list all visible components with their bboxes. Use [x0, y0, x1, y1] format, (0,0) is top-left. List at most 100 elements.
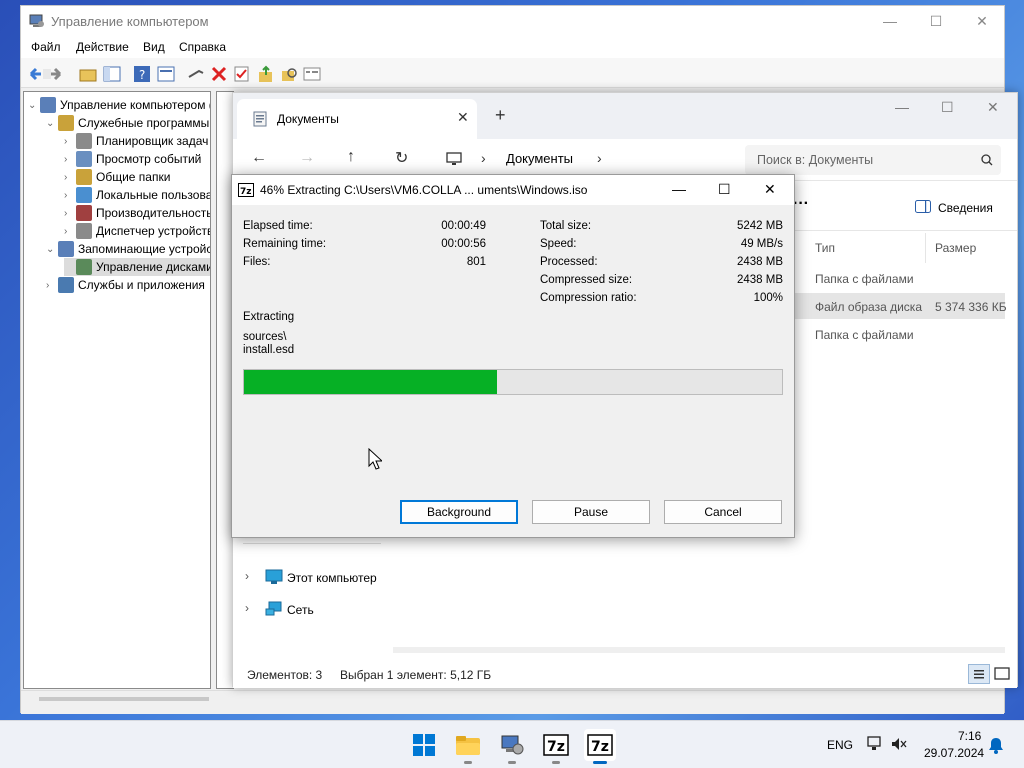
tree-item[interactable]: Управление дисками: [64, 258, 210, 276]
file-explorer-taskbar-icon[interactable]: [452, 729, 484, 764]
close-button[interactable]: ✕: [959, 6, 1005, 36]
properties-icon[interactable]: [157, 65, 175, 83]
nav-this-pc[interactable]: Этот компьютер: [287, 571, 377, 585]
horizontal-scrollbar[interactable]: [393, 647, 1005, 653]
tree-expand-icon[interactable]: ›: [64, 208, 76, 219]
console-tree-icon[interactable]: [103, 65, 121, 83]
breadcrumb[interactable]: Документы: [506, 151, 573, 166]
row-type[interactable]: Папка с файлами: [815, 272, 914, 286]
row-type[interactable]: Файл образа диска: [815, 300, 922, 314]
pause-button[interactable]: Pause: [532, 500, 650, 524]
tab-documents[interactable]: Документы ✕: [237, 99, 477, 139]
ex-close-button[interactable]: ✕: [987, 99, 999, 116]
delete-icon[interactable]: [210, 65, 228, 83]
tree-item[interactable]: › Службы и приложения: [46, 276, 205, 294]
network-icon: [265, 601, 283, 617]
dialog-close-button[interactable]: ✕: [764, 181, 776, 198]
refresh-icon[interactable]: ↻: [395, 148, 408, 168]
cm-statusbar: [21, 690, 1004, 714]
tree-expand-icon[interactable]: ›: [64, 172, 76, 183]
svg-text:?: ?: [139, 68, 145, 82]
maximize-button[interactable]: ☐: [913, 6, 959, 36]
monitor-icon[interactable]: [446, 151, 462, 167]
new-tab-button[interactable]: +: [495, 105, 506, 126]
tiles-view-icon[interactable]: [993, 665, 1011, 683]
row-type[interactable]: Папка с файлами: [815, 328, 914, 342]
dialog-titlebar: 7z 46% Extracting C:\Users\VM6.COLLA ...…: [232, 175, 794, 205]
menu-action[interactable]: Действие: [76, 40, 129, 54]
start-button[interactable]: [408, 729, 440, 761]
details-button[interactable]: Сведения: [938, 201, 993, 215]
cancel-button[interactable]: Cancel: [664, 500, 782, 524]
compression-ratio-value: 100%: [753, 292, 783, 304]
status-selection: Выбран 1 элемент: 5,12 ГБ: [340, 668, 492, 682]
background-button[interactable]: Background: [400, 500, 518, 524]
search-folder-icon[interactable]: [280, 65, 298, 83]
menu-file[interactable]: Файл: [31, 40, 61, 54]
elapsed-value: 00:00:49: [441, 220, 486, 232]
tree-item[interactable]: › Просмотр событий: [64, 150, 201, 168]
search-placeholder: Поиск в: Документы: [757, 153, 874, 167]
tree-expand-icon[interactable]: ›: [64, 226, 76, 237]
tree-item[interactable]: › Локальные пользовате: [64, 186, 210, 204]
row-size[interactable]: 5 374 336 КБ: [935, 300, 1007, 314]
tree-expand-icon[interactable]: ›: [46, 280, 58, 291]
volume-muted-icon[interactable]: [890, 735, 908, 753]
tree-node-icon: [76, 205, 92, 221]
up-folder-icon[interactable]: [79, 65, 97, 83]
details-pane-icon[interactable]: [915, 200, 931, 213]
ex-maximize-button[interactable]: ☐: [941, 99, 954, 116]
column-size[interactable]: Размер: [935, 241, 976, 255]
notification-bell-icon[interactable]: [988, 736, 1004, 754]
tree-expand-icon[interactable]: ⌄: [46, 118, 58, 129]
tree-item[interactable]: › Общие папки: [64, 168, 170, 186]
up-icon[interactable]: ↑: [347, 148, 355, 166]
breadcrumb-chevron-icon[interactable]: ›: [481, 150, 486, 166]
list-view-icon[interactable]: [303, 65, 321, 83]
menu-help[interactable]: Справка: [179, 40, 226, 54]
breadcrumb-end-chevron-icon[interactable]: ›: [597, 150, 602, 166]
export-icon[interactable]: [257, 65, 275, 83]
tree-expand-icon[interactable]: ⌄: [28, 100, 40, 111]
computer-management-taskbar-icon[interactable]: [496, 729, 528, 764]
column-type[interactable]: Тип: [815, 241, 835, 255]
tree-expand-icon[interactable]: ›: [64, 190, 76, 201]
network-status-icon[interactable]: [866, 735, 884, 753]
tree-item[interactable]: ⌄ Служебные программы: [46, 114, 209, 132]
search-input[interactable]: Поиск в: Документы: [745, 145, 1001, 175]
menu-view[interactable]: Вид: [143, 40, 165, 54]
back-arrow-icon[interactable]: [25, 65, 43, 83]
dialog-minimize-button[interactable]: —: [672, 181, 686, 197]
ex-minimize-button[interactable]: —: [895, 99, 909, 115]
tree-expand-icon[interactable]: ›: [64, 154, 76, 165]
check-icon[interactable]: [233, 65, 251, 83]
minimize-button[interactable]: —: [867, 6, 913, 36]
tree-expand-icon[interactable]: ›: [64, 136, 76, 147]
cm-scrollbar[interactable]: [39, 697, 209, 701]
processed-label: Processed:: [540, 256, 598, 268]
tree-item[interactable]: › Диспетчер устройств: [64, 222, 210, 240]
nav-expand-icon[interactable]: ›: [245, 601, 249, 615]
total-size-value: 5242 MB: [736, 220, 783, 232]
sevenzip-taskbar-icon[interactable]: 7z: [540, 729, 572, 764]
sevenzip-active-taskbar-icon[interactable]: 7z: [584, 729, 616, 764]
tab-close-icon[interactable]: ✕: [457, 109, 469, 126]
forward-icon[interactable]: →: [299, 149, 315, 167]
tree-item[interactable]: › Планировщик задач: [64, 132, 208, 150]
back-icon[interactable]: ←: [251, 149, 267, 167]
tree-expand-icon[interactable]: ⌄: [46, 244, 58, 255]
tree-item[interactable]: ⌄ Запоминающие устройст: [46, 240, 210, 258]
language-indicator[interactable]: ENG: [827, 738, 853, 752]
nav-expand-icon[interactable]: ›: [245, 569, 249, 583]
tree-item-label: Общие папки: [96, 170, 171, 184]
more-options-icon[interactable]: ···: [793, 195, 809, 213]
nav-network[interactable]: Сеть: [287, 603, 314, 617]
dialog-maximize-button[interactable]: ☐: [718, 181, 731, 198]
help-icon[interactable]: ?: [133, 65, 151, 83]
clock-time[interactable]: 7:16: [958, 729, 981, 743]
connect-icon[interactable]: [187, 65, 205, 83]
tree-item[interactable]: › Производительность: [64, 204, 210, 222]
clock-date[interactable]: 29.07.2024: [924, 746, 984, 760]
tree-item[interactable]: ⌄ Управление компьютером (л: [28, 96, 210, 114]
details-view-icon[interactable]: [968, 664, 990, 684]
